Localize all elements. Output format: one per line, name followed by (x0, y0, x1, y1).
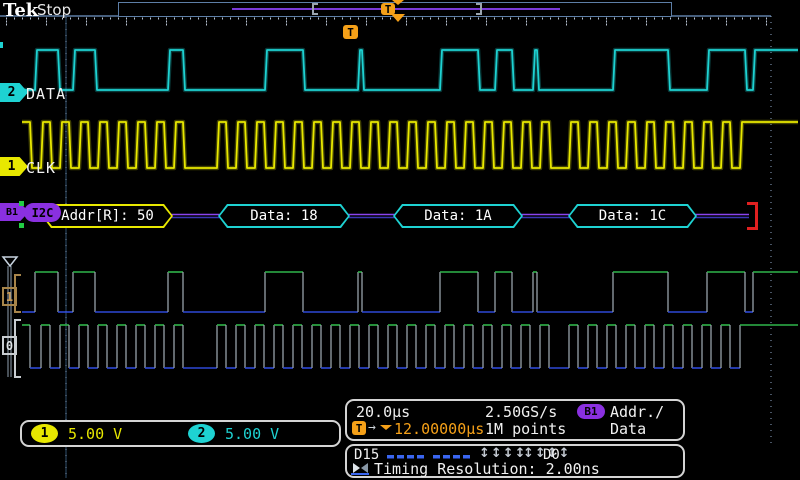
timing-res-icon-base (351, 473, 369, 475)
bus-packet-data-3: Data: 1C (568, 204, 697, 228)
ch1-badge-readout: 1 (31, 424, 58, 443)
digital-activity-arrows-icon: ↕↕↕↕ (479, 446, 527, 461)
sample-rate-readout: 2.50GS/s (485, 403, 557, 421)
trigger-position-marker-icon (391, 14, 405, 22)
ch2-waveform-label: DATA (26, 85, 66, 103)
digital-readout-box: D15 ↕↕↕↕↕↕↕↕ D0 Timing Resolution: 2.00n… (345, 444, 685, 478)
digital-d0-trace (22, 325, 798, 368)
bus-activity-dot-top (19, 201, 24, 206)
acquisition-status: Stop (37, 1, 71, 19)
digital-low-dash-icon (463, 455, 470, 459)
bus-activity-dot-bottom (19, 223, 24, 228)
digital-low-dash-icon (407, 455, 414, 459)
ch2-scale-readout: 5.00 V (225, 425, 279, 443)
timing-res-icon-right (353, 463, 360, 473)
ch2-data-trace (22, 50, 798, 90)
ch1-clk-trace (22, 122, 798, 168)
digital-low-dash-icon (443, 455, 450, 459)
digital-low-dash-icon (387, 455, 394, 459)
bus-mode-line2: Data (610, 420, 646, 438)
bus-badge-readout: B1 (577, 404, 605, 419)
digital-d1-trace (22, 272, 798, 312)
ch1-scale-readout: 5.00 V (68, 425, 122, 443)
horizontal-readout-box: 20.0µs 2.50GS/s B1 Addr./ T → 12.00000µs… (345, 399, 685, 441)
oscilloscope-screen: Tek Stop T T 2 DATA 1 CLK B1 Addr[R]: 50… (0, 0, 800, 480)
trigger-slope-icon (380, 425, 392, 430)
bus-packet-data-2-text: Data: 1A (424, 208, 491, 224)
trigger-arrow-icon: → (368, 420, 376, 435)
bus-packet-data-1: Data: 18 (218, 204, 350, 228)
digital-low-dash-icon (417, 455, 424, 459)
trigger-position-readout: 12.00000µs (394, 420, 484, 438)
bus-type-pill: I2C (24, 203, 61, 222)
trigger-t-badge-readout: T (352, 421, 366, 435)
bus-packet-data-3-text: Data: 1C (599, 208, 666, 224)
bus-packet-data-2: Data: 1A (393, 204, 523, 228)
digital-low-dash-icon (397, 455, 404, 459)
d1-channel-label: 1 (2, 287, 17, 306)
zoom-window-left-bracket (312, 3, 318, 15)
bus-mode-line1: Addr./ (610, 403, 664, 421)
timing-resolution-readout: Timing Resolution: 2.00ns (374, 460, 600, 478)
vertical-scale-readout-box: 1 5.00 V 2 5.00 V (20, 420, 341, 447)
acquisition-bus-preview-line (232, 8, 560, 10)
bus-packet-address: Addr[R]: 50 (42, 204, 173, 228)
d0-channel-label: 0 (2, 336, 17, 355)
ch2-edge-tick (0, 42, 3, 48)
zoom-window-right-bracket (476, 3, 482, 15)
bus-packet-address-text: Addr[R]: 50 (61, 208, 154, 224)
ch1-waveform-label: CLK (26, 159, 56, 177)
digital-low-dash-icon (433, 455, 440, 459)
tek-logo: Tek (3, 0, 38, 21)
bus-packet-data-1-text: Data: 18 (250, 208, 317, 224)
timing-res-icon-left (361, 463, 368, 473)
timebase-readout: 20.0µs (356, 403, 410, 421)
record-length-readout: 1M points (485, 420, 566, 438)
ch2-badge-readout: 2 (188, 424, 215, 443)
trigger-t-badge-graticule: T (343, 25, 358, 39)
digital-low-dash-icon (453, 455, 460, 459)
bus-end-bracket-icon (747, 202, 758, 230)
